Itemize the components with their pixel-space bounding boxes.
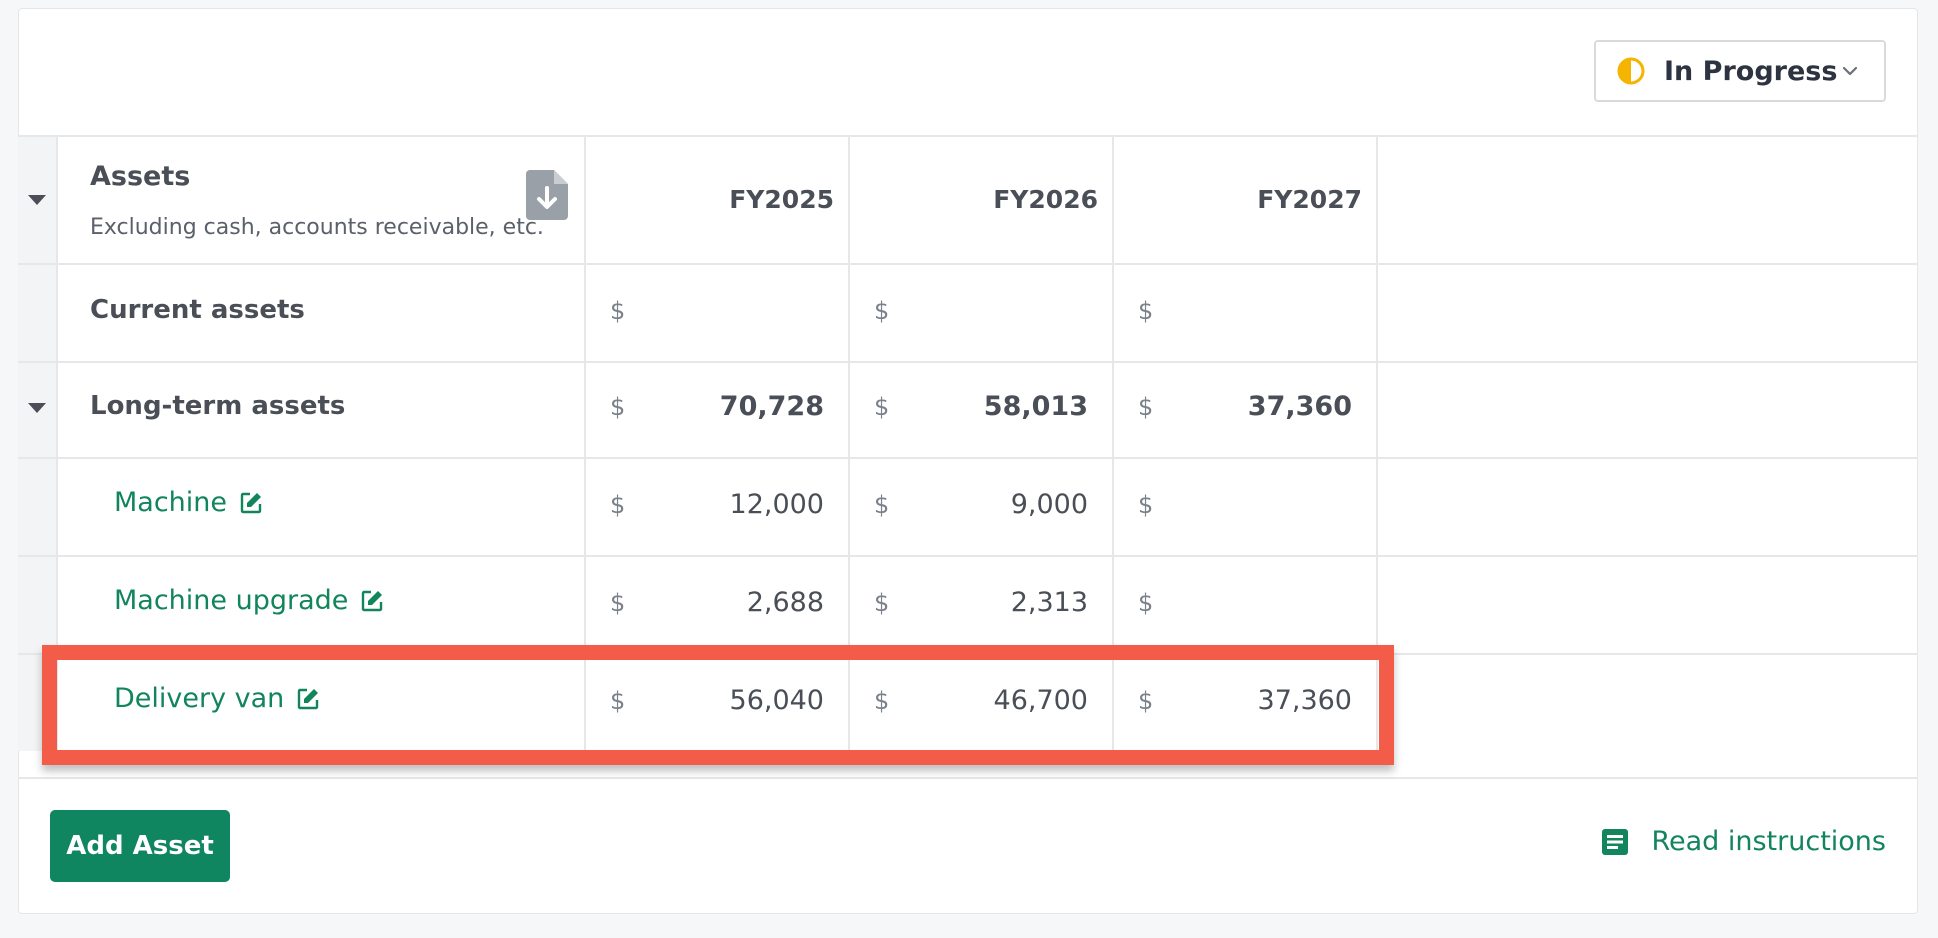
- section-title: Assets: [90, 161, 191, 192]
- currency-symbol: $: [874, 589, 890, 617]
- asset-link-machine-upgrade[interactable]: Machine upgrade: [114, 585, 384, 616]
- currency-symbol: $: [874, 393, 890, 421]
- column-header-fy2027: FY2027: [1257, 185, 1362, 214]
- currency-symbol: $: [1138, 297, 1154, 325]
- value-cell[interactable]: 9,000: [908, 489, 1088, 520]
- column-header-fy2026: FY2026: [993, 185, 1098, 214]
- currency-symbol: $: [610, 589, 626, 617]
- collapse-long-term-toggle[interactable]: [28, 403, 46, 413]
- currency-symbol: $: [1138, 589, 1154, 617]
- status-dropdown[interactable]: In Progress: [1594, 40, 1886, 102]
- row-gutter: [18, 137, 56, 751]
- currency-symbol: $: [610, 687, 626, 715]
- chevron-down-icon: [1842, 66, 1858, 76]
- value-cell[interactable]: 2,313: [908, 587, 1088, 618]
- row-label-long-term-assets: Long-term assets: [90, 391, 346, 421]
- currency-symbol: $: [610, 393, 626, 421]
- currency-symbol: $: [874, 491, 890, 519]
- value-cell[interactable]: 12,000: [644, 489, 824, 520]
- column-header-fy2025: FY2025: [729, 185, 834, 214]
- asset-link-label: Machine upgrade: [114, 585, 349, 616]
- currency-symbol: $: [874, 687, 890, 715]
- value-cell[interactable]: 56,040: [644, 685, 824, 716]
- collapse-assets-toggle[interactable]: [28, 195, 46, 205]
- value-cell[interactable]: 37,360: [1172, 685, 1352, 716]
- document-icon: [1602, 828, 1629, 855]
- download-file-icon[interactable]: [526, 170, 568, 220]
- total-cell: 58,013: [983, 391, 1088, 422]
- add-asset-button[interactable]: Add Asset: [50, 810, 230, 882]
- currency-symbol: $: [1138, 491, 1154, 519]
- section-subtitle: Excluding cash, accounts receivable, etc…: [90, 215, 544, 240]
- edit-icon: [298, 688, 319, 709]
- currency-symbol: $: [1138, 393, 1154, 421]
- read-instructions-link[interactable]: Read instructions: [1601, 826, 1886, 857]
- edit-icon: [362, 590, 383, 611]
- value-cell[interactable]: 2,688: [644, 587, 824, 618]
- total-cell: 37,360: [1247, 391, 1352, 422]
- asset-link-machine[interactable]: Machine: [114, 487, 263, 518]
- total-cell: 70,728: [719, 391, 824, 422]
- status-label: In Progress: [1664, 55, 1838, 87]
- read-instructions-label: Read instructions: [1651, 826, 1886, 857]
- currency-symbol: $: [874, 297, 890, 325]
- edit-icon: [240, 492, 262, 513]
- currency-symbol: $: [610, 297, 626, 325]
- asset-link-label: Delivery van: [114, 683, 285, 714]
- asset-link-label: Machine: [114, 487, 228, 518]
- row-label-current-assets: Current assets: [90, 295, 305, 325]
- currency-symbol: $: [610, 491, 626, 519]
- asset-link-delivery-van[interactable]: Delivery van: [114, 683, 320, 714]
- half-circle-status-icon: [1617, 57, 1645, 85]
- currency-symbol: $: [1138, 687, 1154, 715]
- value-cell[interactable]: 46,700: [908, 685, 1088, 716]
